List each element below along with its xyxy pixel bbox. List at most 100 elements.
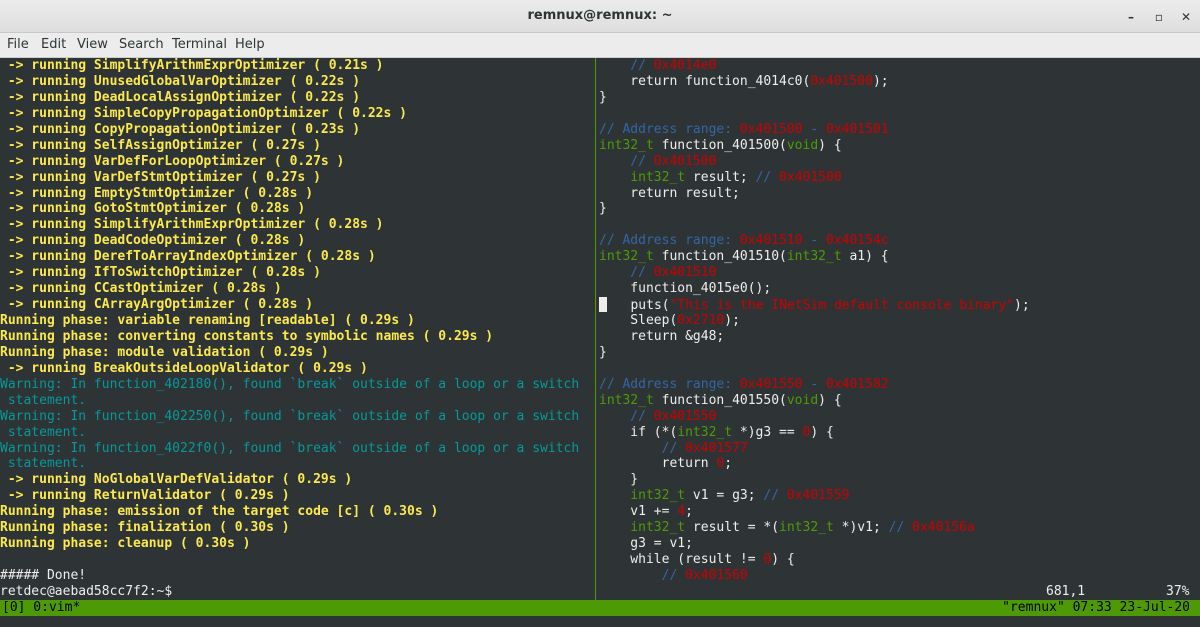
- vim-text: 0x401510: [653, 265, 717, 281]
- vim-text: return &g48;: [599, 328, 725, 344]
- shell-line: Warning: In function_4022f0(), found `br…: [0, 441, 594, 457]
- vim-line: return result;: [599, 186, 1200, 202]
- vim-text: //: [599, 58, 654, 73]
- shell-text: Running phase: emission of the target co…: [0, 504, 439, 520]
- shell-text: -> running SimplifyArithmExprOptimizer (…: [0, 58, 384, 73]
- shell-line: -> running VarDefStmtOptimizer ( 0.27s ): [0, 170, 594, 186]
- shell-text: -> running VarDefForLoopOptimizer ( 0.27…: [0, 153, 345, 169]
- vim-text: return function_4014c0(: [599, 73, 811, 89]
- vim-text: 0x401577: [685, 440, 748, 456]
- vim-text: int32_t: [779, 520, 834, 536]
- vim-text: // Address range:: [599, 233, 740, 249]
- shell-line: statement.: [0, 425, 594, 441]
- shell-text: Running phase: finalization ( 0.30s ): [0, 520, 290, 536]
- pane-divider[interactable]: [595, 58, 596, 601]
- shell-line: Running phase: emission of the target co…: [0, 504, 594, 520]
- close-button[interactable]: ✕: [1175, 7, 1197, 27]
- menu-help[interactable]: Help: [235, 37, 265, 52]
- vim-text: // Address range:: [599, 376, 740, 392]
- vim-text: 0x401500: [739, 121, 803, 137]
- vim-text: // Address range:: [599, 121, 740, 137]
- shell-text: Running phase: converting constants to s…: [0, 328, 494, 344]
- vim-line: }: [599, 472, 1200, 488]
- menu-search[interactable]: Search: [119, 37, 164, 52]
- vim-text: //: [763, 488, 787, 504]
- vim-line: // 0x401500: [599, 154, 1200, 170]
- shell-line: Running phase: cleanup ( 0.30s ): [0, 536, 594, 552]
- vim-line: int32_t v1 = g3; // 0x401559: [599, 488, 1200, 504]
- vim-line: // 0x401550: [599, 409, 1200, 425]
- vim-line: 681,1 37%: [599, 584, 1200, 600]
- vim-text: v1 +=: [599, 504, 678, 520]
- shell-text: -> running IfToSwitchOptimizer ( 0.28s ): [0, 265, 321, 281]
- shell-line: ##### Done!: [0, 568, 594, 584]
- menu-terminal[interactable]: Terminal: [172, 37, 227, 52]
- shell-line: -> running DeadCodeOptimizer ( 0.28s ): [0, 233, 594, 249]
- maximize-button[interactable]: ▫: [1148, 7, 1170, 27]
- shell-text: -> running ReturnValidator ( 0.29s ): [0, 488, 290, 504]
- vim-text: ) {: [818, 137, 842, 153]
- vim-line: function_4015e0();: [599, 281, 1200, 297]
- shell-text: -> running DeadLocalAssignOptimizer ( 0.…: [0, 89, 361, 105]
- shell-pane[interactable]: -> running SimplifyArithmExprOptimizer (…: [0, 58, 594, 601]
- terminal-area[interactable]: -> running SimplifyArithmExprOptimizer (…: [0, 58, 1200, 627]
- vim-text: 0x401559: [786, 488, 850, 504]
- vim-text: //: [599, 265, 654, 281]
- shell-text: statement.: [0, 456, 87, 472]
- shell-line: statement.: [0, 393, 594, 409]
- vim-line: // 0x4014e0: [599, 58, 1200, 74]
- shell-text: -> running UnusedGlobalVarOptimizer ( 0.…: [0, 73, 361, 89]
- vim-text: ) {: [771, 552, 795, 568]
- vim-text: function_401500(: [653, 137, 787, 153]
- shell-text: -> running VarDefStmtOptimizer ( 0.27s ): [0, 169, 321, 185]
- vim-line: // 0x401560: [599, 568, 1200, 584]
- vim-text: "This is the INetSim default console bin…: [669, 298, 1014, 314]
- vim-text: 0x401560: [685, 568, 748, 583]
- tmux-window-list[interactable]: [0] 0:vim*: [2, 600, 80, 616]
- tmux-status-right: "remnux" 07:33 23-Jul-20: [1002, 600, 1190, 615]
- shell-text: Warning: In function_402180(), found `br…: [0, 376, 580, 392]
- shell-line: -> running DeadLocalAssignOptimizer ( 0.…: [0, 90, 594, 106]
- vim-text: 0x40154c: [826, 233, 889, 249]
- shell-text: -> running SimplifyArithmExprOptimizer (…: [0, 217, 384, 233]
- vim-line: // Address range: 0x401510 - 0x40154c: [599, 233, 1200, 249]
- shell-text: Running phase: module validation ( 0.29s…: [0, 344, 329, 360]
- vim-text: int32_t: [599, 137, 654, 153]
- vim-text: int32_t: [630, 169, 686, 185]
- vim-line: // Address range: 0x401500 - 0x401501: [599, 122, 1200, 138]
- vim-text: void: [786, 392, 819, 408]
- vim-text: int32_t: [599, 249, 654, 265]
- vim-text: *)v1;: [833, 520, 889, 536]
- vim-line: return 0;: [599, 456, 1200, 472]
- shell-text: Warning: In function_4022f0(), found `br…: [0, 440, 580, 456]
- minimize-button[interactable]: –: [1120, 7, 1142, 27]
- vim-text: -: [802, 376, 826, 392]
- menu-edit[interactable]: Edit: [41, 37, 66, 52]
- shell-text: -> running BreakOutsideLoopValidator ( 0…: [0, 360, 368, 376]
- vim-text: 0x401582: [826, 376, 889, 392]
- vim-line: int32_t function_401550(void) {: [599, 393, 1200, 409]
- vim-text: -: [802, 121, 826, 137]
- vim-pane[interactable]: // 0x4014e0 return function_4014c0(0x401…: [599, 58, 1200, 601]
- shell-line: -> running DerefToArrayIndexOptimizer ( …: [0, 249, 594, 265]
- vim-text: void: [786, 137, 819, 153]
- window-titlebar: remnux@remnux: ~ – ▫ ✕: [0, 0, 1200, 33]
- vim-text: 0x401550: [739, 376, 803, 392]
- vim-text: ;: [685, 504, 693, 520]
- vim-text: );: [724, 313, 740, 328]
- vim-text: [599, 520, 630, 535]
- shell-line: -> running SimplifyArithmExprOptimizer (…: [0, 58, 594, 74]
- menu-file[interactable]: File: [7, 37, 29, 52]
- shell-text: -> running CopyPropagationOptimizer ( 0.…: [0, 121, 361, 137]
- shell-line: -> running ReturnValidator ( 0.29s ): [0, 488, 594, 504]
- vim-line: // 0x401510: [599, 265, 1200, 281]
- vim-line: }: [599, 201, 1200, 217]
- menu-view[interactable]: View: [77, 37, 108, 52]
- vim-text: ;: [724, 456, 733, 472]
- shell-line: -> running SimplifyArithmExprOptimizer (…: [0, 217, 594, 233]
- vim-text: 0x401500: [810, 73, 873, 89]
- menu-bar: File Edit View Search Terminal Help: [0, 33, 1200, 58]
- vim-text: function_401510(: [653, 249, 787, 265]
- shell-line: -> running SelfAssignOptimizer ( 0.27s ): [0, 138, 594, 154]
- vim-text: Sleep(: [599, 313, 678, 328]
